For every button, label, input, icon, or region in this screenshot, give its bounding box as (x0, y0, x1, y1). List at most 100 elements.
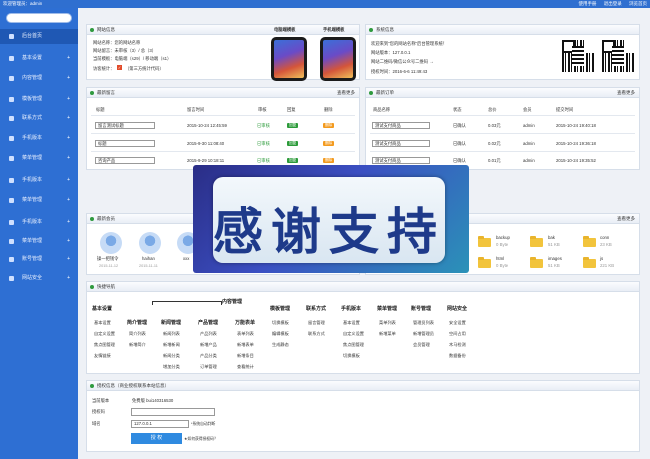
nav-item[interactable]: 焦点图管理 (94, 342, 115, 348)
nav-item[interactable]: 会员管理 (413, 342, 430, 348)
view-more-link[interactable]: 查看更多 (617, 214, 635, 224)
delete-button[interactable]: 删除 (323, 123, 335, 128)
reply-button[interactable]: 回复 (287, 123, 299, 128)
nav-item[interactable]: 新增简介 (129, 342, 146, 348)
nav-item[interactable]: 编辑模板 (272, 331, 289, 337)
avatar[interactable] (139, 232, 161, 254)
sidebar-item-9[interactable]: 手机版本 + (0, 215, 78, 230)
nav-item[interactable]: 友情链接 (94, 353, 111, 359)
nav-group-title[interactable]: 手机版本 (341, 305, 361, 312)
nav-item[interactable]: 数据备份 (449, 353, 466, 359)
nav-item[interactable]: 表单列表 (237, 331, 254, 337)
nav-item[interactable]: 生成静态 (272, 342, 289, 348)
license-help-link[interactable]: ★如何获得授权码？ (184, 436, 218, 442)
folder-icon[interactable] (530, 236, 543, 247)
nav-item[interactable]: 产品列表 (200, 331, 217, 337)
current-template-line: 当前模板：电脑端（s29）/ 移动端（s1） (93, 56, 172, 61)
manual-link[interactable]: 使用手册 (578, 1, 596, 6)
nav-item[interactable]: 新增表单 (237, 342, 254, 348)
site-name-line: 网站名称：您的网站名称 (93, 40, 141, 45)
table-row-product: 测试支付商品 (372, 122, 430, 129)
nav-item[interactable]: 安全设置 (449, 320, 466, 326)
nav-group-title[interactable]: 账号管理 (411, 305, 431, 312)
folder-icon[interactable] (530, 257, 543, 268)
nav-item[interactable]: 新增管理员 (413, 331, 434, 337)
sidebar-item-1[interactable]: 基本设置 + (0, 51, 78, 66)
view-more-link[interactable]: 查看更多 (337, 88, 355, 98)
nav-item[interactable]: 新增菜单 (379, 331, 396, 337)
nav-item[interactable]: 新增条目 (237, 353, 254, 359)
view-more-link[interactable]: 查看更多 (617, 88, 635, 98)
logout-link[interactable]: 退出登录 (604, 1, 622, 6)
sidebar-item-3[interactable]: 模板管理 + (0, 92, 78, 107)
nav-group-title[interactable]: 产品管理 (198, 319, 218, 326)
sidebar-item-11[interactable]: 账号管理 + (0, 252, 78, 267)
domain-input[interactable]: 127.0.0.1 (131, 420, 189, 428)
folder-icon[interactable] (583, 257, 596, 268)
sidebar-item-12[interactable]: 网站安全 + (0, 271, 78, 286)
nav-item[interactable]: 自定义设置 (343, 331, 364, 337)
nav-item[interactable]: 菜单列表 (379, 320, 396, 326)
nav-item[interactable]: 自定义设置 (94, 331, 115, 337)
delete-button[interactable]: 删除 (323, 158, 335, 163)
table-row-member: admin (523, 158, 535, 163)
nav-group-title[interactable]: 万能表单 (235, 319, 255, 326)
nav-item[interactable]: 查看统计 (237, 364, 254, 370)
nav-item[interactable]: 增加分类 (163, 364, 180, 370)
sidebar-item-6[interactable]: 菜单管理 + (0, 151, 78, 166)
menu-icon (9, 239, 14, 244)
nav-item[interactable]: 焦点图管理 (343, 342, 364, 348)
quick-nav-panel: 快捷导航 内容管理 基本设置 基本设置 自定义设置 焦点图管理 友情链接 简介管理 简介列表… (86, 281, 640, 374)
license-code-input[interactable] (131, 408, 215, 416)
nav-group-title[interactable]: 菜单管理 (377, 305, 397, 312)
nav-item[interactable]: 简介列表 (129, 331, 146, 337)
avatar[interactable] (100, 232, 122, 254)
nav-item[interactable]: 联系方式 (308, 331, 325, 337)
nav-item[interactable]: 新闻分类 (163, 353, 180, 359)
delete-button[interactable]: 删除 (323, 141, 335, 146)
nav-item[interactable]: 新闻列表 (163, 331, 180, 337)
nav-group-title[interactable]: 网站安全 (447, 305, 467, 312)
folder-icon[interactable] (478, 257, 491, 268)
pc-template-preview[interactable] (271, 37, 307, 81)
sidebar-item-label: 菜单管理 (22, 197, 43, 203)
folder-icon[interactable] (583, 236, 596, 247)
expand-icon: + (67, 75, 70, 81)
file-size: 221 KB (600, 263, 615, 268)
sidebar-item-2[interactable]: 内容管理 + (0, 71, 78, 86)
nav-item[interactable]: 新增产品 (200, 342, 217, 348)
nav-item[interactable]: 切换模板 (343, 353, 360, 359)
panel-title: 网站信息 (97, 27, 115, 32)
sidebar-item-0[interactable]: 后台首页 (0, 29, 78, 44)
nav-group-title[interactable]: 简介管理 (127, 319, 147, 326)
sidebar-item-4[interactable]: 联系方式 + (0, 111, 78, 126)
sidebar-item-8[interactable]: 菜单管理 + (0, 193, 78, 208)
mobile-template-preview[interactable] (320, 37, 356, 81)
nav-item[interactable]: 木马检测 (449, 342, 466, 348)
check-icon: ✓ (117, 65, 122, 70)
nav-group-title[interactable]: 模板管理 (270, 305, 290, 312)
nav-item[interactable]: 基本设置 (343, 320, 360, 326)
nav-item[interactable]: 新增新闻 (163, 342, 180, 348)
sidebar-item-label: 后台首页 (22, 33, 43, 39)
nav-item[interactable]: 空间占用 (449, 331, 466, 337)
license-submit-button[interactable]: 授 权 (131, 433, 182, 444)
nav-group-title[interactable]: 基本设置 (92, 305, 112, 312)
sidebar-search-input[interactable] (6, 13, 72, 23)
nav-item[interactable]: 留言管理 (308, 320, 325, 326)
view-home-link[interactable]: 浏览首页 (629, 1, 647, 6)
nav-group-title[interactable]: 联系方式 (306, 305, 326, 312)
sidebar-item-label: 联系方式 (22, 115, 43, 121)
nav-item[interactable]: 基本设置 (94, 320, 111, 326)
reply-button[interactable]: 回复 (287, 158, 299, 163)
nav-item[interactable]: 切换模板 (272, 320, 289, 326)
nav-item[interactable]: 订单管理 (200, 364, 217, 370)
nav-item[interactable]: 产品分类 (200, 353, 217, 359)
sidebar-item-7[interactable]: 手机版本 + (0, 173, 78, 188)
nav-group-title[interactable]: 新闻管理 (161, 319, 181, 326)
sidebar-item-5[interactable]: 手机版本 + (0, 131, 78, 146)
reply-button[interactable]: 回复 (287, 141, 299, 146)
sidebar-item-10[interactable]: 菜单管理 + (0, 234, 78, 249)
folder-icon[interactable] (478, 236, 491, 247)
nav-item[interactable]: 管理员列表 (413, 320, 434, 326)
